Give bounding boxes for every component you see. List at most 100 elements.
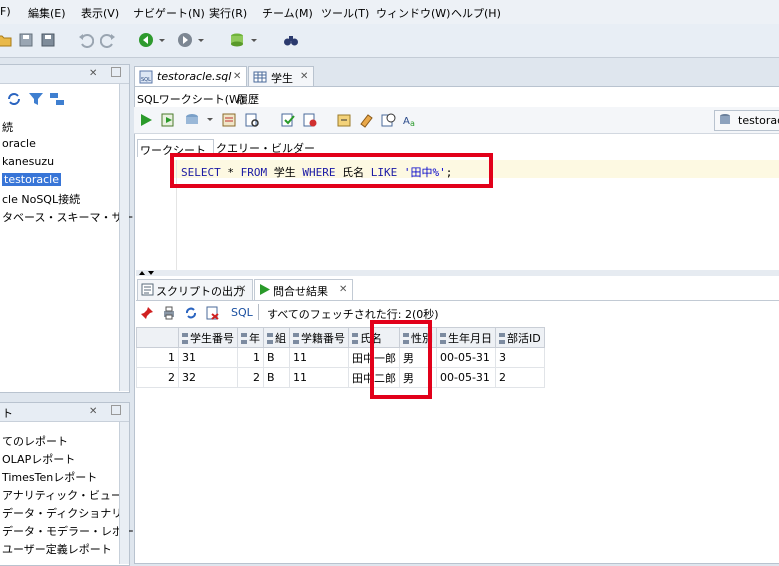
tree-item-connections[interactable]: 続 [2,119,13,135]
cell-year[interactable]: 1 [237,347,264,368]
tree-item-nosql[interactable]: cle NoSQL接続 [2,191,80,207]
save-icon[interactable] [18,32,34,48]
eraser-icon[interactable] [358,112,374,128]
database-icon [720,114,730,124]
reports-pane-header: ト ✕ [0,403,129,422]
forward-icon[interactable] [177,32,193,48]
row-number[interactable]: 1 [136,347,179,368]
database-connection-icon[interactable] [229,32,245,48]
editor-splitter[interactable] [136,270,779,276]
refresh-icon[interactable] [6,91,22,107]
column-header-registration-number[interactable]: 学籍番号 [289,327,349,348]
sort-icon [440,333,446,344]
pin-icon[interactable] [140,306,154,320]
cell-birthdate[interactable]: 00-05-31 [436,347,496,368]
menu-file[interactable]: F) [0,5,11,18]
sql-highlight-box [170,153,493,188]
menu-run[interactable]: 実行(R) [209,5,247,21]
filter-icon[interactable] [28,91,44,107]
close-icon[interactable]: ✕ [339,284,347,295]
menu-team[interactable]: チーム(M) [262,5,313,21]
report-item-user-defined[interactable]: ユーザー定義レポート [2,541,112,557]
row-number[interactable]: 2 [136,367,179,388]
report-item-olap[interactable]: OLAPレポート [2,451,75,467]
close-icon[interactable]: ✕ [89,68,97,79]
minimize-icon[interactable] [111,405,121,415]
report-item-data-dictionary[interactable]: データ・ディクショナリ・レポ [2,505,155,521]
column-header-club-id[interactable]: 部活ID [495,327,545,348]
tab-script-output[interactable]: スクリプトの出力 ✕ [137,279,253,300]
redo-icon[interactable] [100,32,116,48]
tab-student-table[interactable]: 学生 ✕ [248,66,314,87]
autotrace-icon[interactable] [244,112,260,128]
history-tab-label: 履歴 [237,93,259,106]
refresh-icon[interactable] [184,306,198,320]
menu-edit[interactable]: 編集(E) [28,5,66,21]
tab-query-result[interactable]: 問合せ結果 ✕ [254,279,353,300]
menu-navigate[interactable]: ナビゲート(N) [133,5,205,21]
schema-browser-icon[interactable] [49,91,65,107]
chevron-down-icon[interactable] [197,32,205,48]
cell-birthdate[interactable]: 00-05-31 [436,367,496,388]
cell-registration-number[interactable]: 11 [289,367,349,388]
report-item-all[interactable]: てのレポート [2,433,68,449]
connections-scrollbar[interactable] [119,84,129,391]
run-script-icon[interactable] [160,112,176,128]
commit-transaction-icon[interactable] [280,112,296,128]
collapse-arrows-icon[interactable] [138,270,158,276]
sql-link[interactable]: SQL [231,306,253,319]
column-header-student-number[interactable]: 学生番号 [178,327,238,348]
binoculars-icon[interactable] [283,32,299,48]
reports-scrollbar[interactable] [119,422,129,564]
cell-year[interactable]: 2 [237,367,264,388]
close-icon[interactable]: ✕ [233,71,241,82]
report-item-analytic-view[interactable]: アナリティック・ビュー・レポ [2,487,155,503]
tree-item-kanesuzu[interactable]: kanesuzu [2,155,54,168]
cell-club-id[interactable]: 2 [495,367,545,388]
cell-class[interactable]: B [263,347,290,368]
column-header-year[interactable]: 年 [237,327,264,348]
cell-student-number[interactable]: 32 [178,367,238,388]
cell-class[interactable]: B [263,367,290,388]
chevron-down-icon[interactable] [206,114,214,126]
cell-club-id[interactable]: 3 [495,347,545,368]
close-icon[interactable]: ✕ [300,71,308,82]
menu-tools[interactable]: ツール(T) [321,5,369,21]
sql-worksheet-tab[interactable]: SQLワークシート(W) [137,91,244,107]
cell-student-number[interactable]: 31 [178,347,238,368]
undo-icon[interactable] [78,32,94,48]
column-header-class[interactable]: 組 [263,327,290,348]
chevron-down-icon[interactable] [158,32,166,48]
cell-registration-number[interactable]: 11 [289,347,349,368]
report-item-timesten[interactable]: TimesTenレポート [2,469,97,485]
tree-item-oracle[interactable]: oracle [2,137,36,150]
menu-view[interactable]: 表示(V) [81,5,119,21]
tuning-advisor-icon[interactable]: Aa [402,112,418,128]
menu-window[interactable]: ウィンドウ(W) [376,5,450,21]
open-folder-icon[interactable] [0,32,12,48]
explain-plan-icon[interactable] [221,112,237,128]
sql-history-icon[interactable] [380,112,396,128]
chevron-down-icon[interactable] [250,32,258,48]
table-row[interactable]: 2 32 2 B 11 田中二郎 男 00-05-31 2 [136,367,545,388]
connection-selector[interactable]: testorac [714,110,779,131]
back-icon[interactable] [138,32,154,48]
tab-testoracle-sql[interactable]: SQL testoracle.sql ✕ [134,66,247,87]
close-icon[interactable]: ✕ [238,284,246,295]
column-header-label: 部活ID [507,331,541,345]
table-row[interactable]: 1 31 1 B 11 田中一郎 男 00-05-31 3 [136,347,545,368]
close-icon[interactable]: ✕ [89,406,97,417]
menu-help[interactable]: ヘルプ(H) [451,5,501,21]
print-icon[interactable] [162,306,176,320]
column-header-birthdate[interactable]: 生年月日 [436,327,496,348]
unshared-sql-worksheet-icon[interactable] [336,112,352,128]
save-all-icon[interactable] [40,32,56,48]
minimize-icon[interactable] [111,67,121,77]
history-tab[interactable]: 履歴 [237,91,259,107]
commit-icon[interactable] [184,112,200,128]
rollback-icon[interactable] [302,112,318,128]
tab-student-table-label: 学生 [271,72,293,85]
sql-file-icon[interactable] [206,306,220,320]
tree-item-testoracle[interactable]: testoracle [2,173,61,186]
run-statement-icon[interactable] [138,112,154,128]
